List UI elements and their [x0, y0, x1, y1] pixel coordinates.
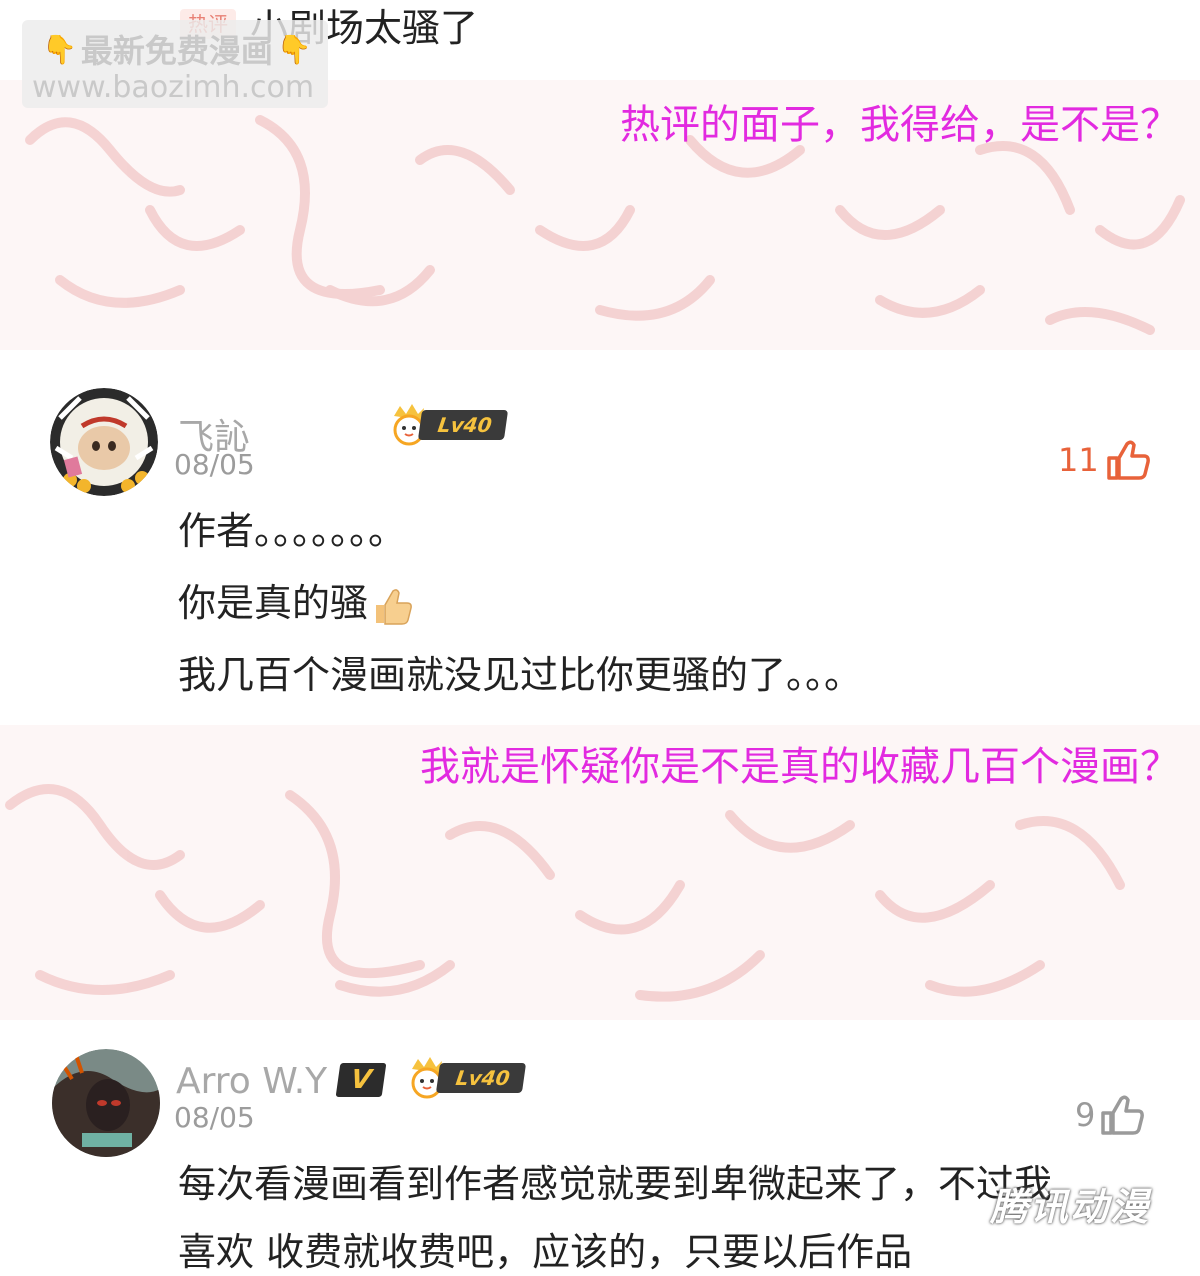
comment-card: 飞訫 Lv40 08/05 11 作者。。。。。。。 你是真的骚 我几百个漫画就…: [0, 380, 1200, 700]
level-label: Lv40: [417, 410, 508, 440]
watermark-url: www.baozimh.com: [32, 70, 315, 105]
platform-logo: 腾讯动漫: [990, 1185, 1151, 1229]
pointing-hand-icon: 👇: [276, 32, 312, 66]
avatar-image: [52, 1049, 160, 1157]
like-count: 9: [1075, 1096, 1096, 1134]
username[interactable]: Arro W.Y: [176, 1061, 327, 1102]
avatar-image: [50, 388, 158, 496]
vip-badge: V: [335, 1063, 387, 1097]
comment-line: 每次看漫画看到作者感觉就要到卑微起来了，不过我: [178, 1162, 1053, 1206]
site-watermark: 👇 最新免费漫画 👇 www.baozimh.com: [22, 20, 328, 108]
watermark-title-row: 👇 最新免费漫画 👇: [38, 26, 316, 72]
like-count: 11: [1058, 441, 1099, 479]
watermark-title: 最新免费漫画: [80, 32, 273, 70]
avatar[interactable]: [50, 388, 158, 496]
avatar[interactable]: [52, 1049, 160, 1157]
comment-line: 喜欢 收费就收费吧，应该的，只要以后作品: [178, 1230, 913, 1274]
thumbs-up-icon: [1101, 1095, 1145, 1135]
comment-line-with-emoji: 你是真的骚: [178, 572, 416, 629]
comment-line: 你是真的骚: [178, 581, 369, 625]
comment-line: 我几百个漫画就没见过比你更骚的了。。。: [178, 653, 863, 697]
like-button[interactable]: 11: [1058, 438, 1151, 482]
comment-line: 作者。。。。。。。: [178, 509, 407, 553]
level-label: Lv40: [435, 1063, 526, 1093]
comment-date: 08/05: [174, 448, 255, 481]
comment-date: 08/05: [174, 1101, 255, 1134]
thumbs-up-icon: [1106, 440, 1150, 480]
thumbs-up-emoji-icon: [376, 588, 412, 625]
level-badge: Lv40: [386, 404, 508, 446]
level-badge: Lv40: [404, 1057, 526, 1099]
like-button[interactable]: 9: [1075, 1093, 1145, 1137]
editor-note-first: 热评的面子，我得给，是不是？: [620, 102, 1180, 148]
editor-note-second: 我就是怀疑你是不是真的收藏几百个漫画？: [420, 744, 1180, 790]
pointing-hand-icon: 👇: [42, 32, 77, 66]
